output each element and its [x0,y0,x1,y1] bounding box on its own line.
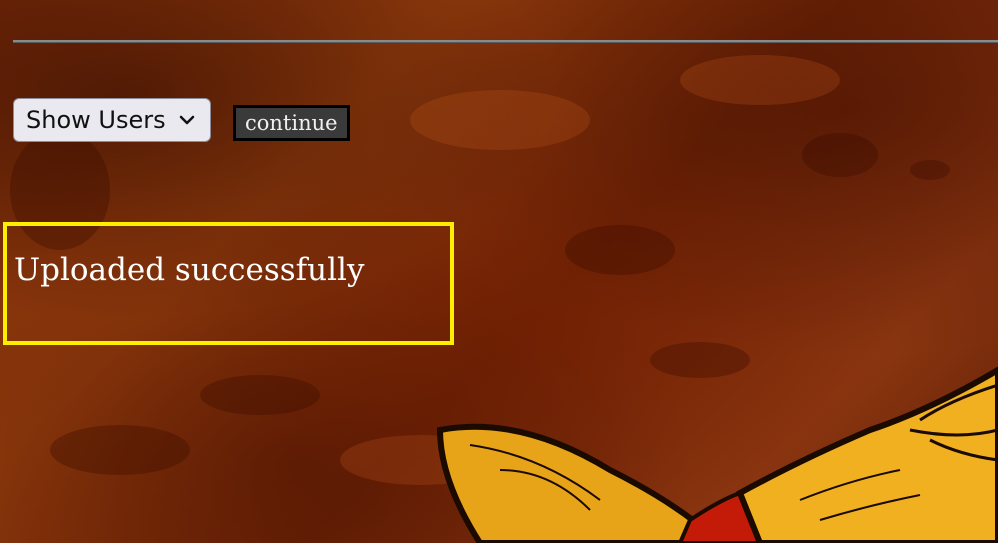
status-message-box: Uploaded successfully [3,222,454,345]
chevron-down-icon [179,115,195,125]
horizontal-divider [13,40,998,43]
user-action-select[interactable]: Show Users [13,98,211,142]
select-value: Show Users [26,106,166,134]
continue-button[interactable]: continue [233,105,350,141]
status-message: Uploaded successfully [14,252,365,288]
controls-row: Show Users continue [13,98,350,142]
